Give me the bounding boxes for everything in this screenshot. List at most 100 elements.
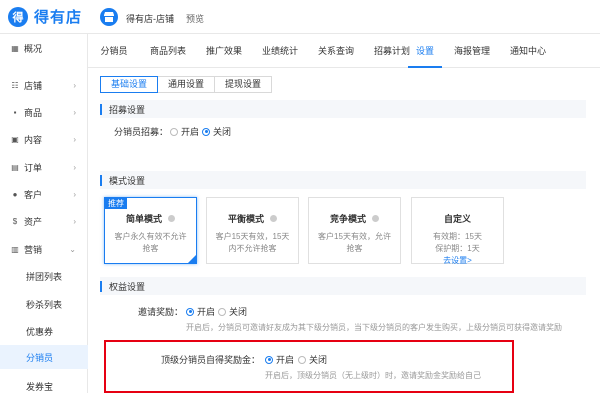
section-title: 招募设置 [109,104,146,115]
section-mode: 模式设置 [100,171,586,189]
tab-settings[interactable]: 设置 [408,34,442,68]
store-icon: ☷ [11,80,19,90]
mode-card-simple[interactable]: 推荐 简单模式 客户永久有效不允许抢客 [104,197,197,264]
tab-poster-management[interactable]: 海报管理 [444,34,500,68]
tab-relation-query[interactable]: 关系查询 [308,34,364,68]
goods-icon: ▪ [13,107,17,117]
sidebar-item-goods[interactable]: ▪ 商品 › [0,100,88,124]
logo[interactable]: 得 得有店 [8,6,82,27]
sidebar-sub-group-buy[interactable]: 拼团列表 [0,264,88,288]
top-reward-radio-off[interactable]: 关闭 [298,353,327,366]
shop-icon [100,8,118,26]
sidebar-item-label: 营销 [24,244,43,255]
selected-check-icon [188,255,196,263]
card-title: 自定义 [443,214,471,224]
radio-dot [218,307,226,316]
top-reward-hint: 开启后，顶级分销员（无上级时）时，邀请奖励金奖励给自己 [265,371,481,380]
card-desc: 客户15天有效，15天内不允许抢客 [215,232,290,253]
sidebar-item-content[interactable]: ▣ 内容 › [0,127,88,151]
recruit-radio-off[interactable]: 关闭 [202,125,231,138]
chevron-right-icon: › [73,134,76,144]
sidebar-sub-flash-sale[interactable]: 秒杀列表 [0,292,88,316]
radio-dot [265,355,273,364]
recruit-radio-on[interactable]: 开启 [170,125,199,138]
sidebar-sub-distributors[interactable]: 分销员 [0,345,88,369]
radio-label: 关闭 [229,307,248,317]
subtab-general[interactable]: 通用设置 [158,76,215,93]
content-icon: ▣ [11,134,19,144]
tab-promotion-effect[interactable]: 推广效果 [196,34,252,68]
section-rights: 权益设置 [100,277,586,295]
sidebar: ▦ 概况 ☷ 店铺 › ▪ 商品 › ▣ 内容 › ▤ 订单 › ● 客户 › … [0,34,88,393]
section-bar [100,280,102,292]
radio-dot [298,355,306,364]
logo-mark-icon: 得 [8,6,28,27]
marketing-icon: ▥ [11,244,19,254]
sidebar-item-store[interactable]: ☷ 店铺 › [0,73,88,97]
radio-label: 关闭 [213,127,232,137]
shop-name[interactable]: 得有店-店铺 [126,12,174,25]
sidebar-sub-coupons[interactable]: 优惠券 [0,319,88,343]
tab-notification-center[interactable]: 通知中心 [500,34,556,68]
tab-goods-list[interactable]: 商品列表 [140,34,196,68]
info-icon [372,215,379,222]
sidebar-sub-coupon-treasure[interactable]: 发券宝 [0,374,88,398]
section-recruit: 招募设置 [100,100,586,118]
top-bar: 得 得有店 得有店-店铺 预览 [0,0,600,34]
sidebar-item-overview[interactable]: ▦ 概况 [0,36,88,60]
card-desc: 客户永久有效不允许抢客 [114,232,187,253]
card-desc: 客户15天有效，允许抢客 [318,232,391,253]
subtab-basic[interactable]: 基础设置 [100,76,159,93]
sidebar-item-label: 客户 [24,189,43,200]
radio-dot [202,127,210,136]
sidebar-item-marketing[interactable]: ▥ 营销 ⌄ [0,237,88,261]
radio-label: 开启 [181,127,200,137]
section-bar [100,103,102,115]
sidebar-item-customers[interactable]: ● 客户 › [0,182,88,206]
card-validity: 有效期：15天 [433,232,482,241]
chevron-down-icon: ⌄ [69,244,76,254]
invite-radio-off[interactable]: 关闭 [218,305,247,318]
sidebar-item-label: 内容 [24,134,43,145]
mode-card-custom[interactable]: 自定义 有效期：15天 保护期：1天 去设置> [411,197,504,267]
highlight-box [104,340,514,393]
card-title: 平衡模式 [227,214,264,224]
go-settings-link[interactable]: 去设置> [418,255,497,267]
settings-subtabs: 基础设置 通用设置 提现设置 [100,76,273,93]
mode-card-competitive[interactable]: 竞争模式 客户15天有效，允许抢客 [308,197,401,264]
dollar-icon: $ [12,216,18,226]
radio-label: 开启 [197,307,216,317]
tab-performance[interactable]: 业绩统计 [252,34,308,68]
subtab-withdraw[interactable]: 提现设置 [214,76,273,93]
section-bar [100,174,102,186]
sidebar-item-label: 资产 [24,216,43,227]
chevron-right-icon: › [73,189,76,199]
overview-icon: ▦ [11,43,19,53]
sidebar-item-label: 店铺 [24,80,43,91]
invite-hint: 开启后，分销员可邀请好友成为其下级分销员，当下级分销员的客户发生购买，上级分销员… [186,323,562,332]
card-desc: 有效期：15天 保护期：1天 去设置> [412,231,503,267]
section-title: 模式设置 [109,175,146,186]
recommend-badge: 推荐 [105,198,127,209]
top-reward-radio-on[interactable]: 开启 [265,353,294,366]
sidebar-item-orders[interactable]: ▤ 订单 › [0,155,88,179]
info-icon [168,215,175,222]
sidebar-item-label: 概况 [24,43,43,54]
top-distributor-reward-label: 顶级分销员自得奖励金： [161,355,261,365]
info-icon [270,215,277,222]
customer-icon: ● [12,189,18,199]
card-title: 竞争模式 [329,214,366,224]
radio-label: 关闭 [309,355,328,365]
card-protection: 保护期：1天 [435,244,480,253]
chevron-right-icon: › [73,162,76,172]
sidebar-item-assets[interactable]: $ 资产 › [0,209,88,233]
sidebar-item-label: 订单 [24,162,43,173]
preview-link[interactable]: 预览 [186,12,204,25]
mode-card-balanced[interactable]: 平衡模式 客户15天有效，15天内不允许抢客 [206,197,299,264]
tab-distributors[interactable]: 分销员 [88,34,140,68]
invite-radio-on[interactable]: 开启 [186,305,215,318]
brand-name: 得有店 [34,9,83,26]
invite-reward-label: 邀请奖励： [138,307,184,317]
orders-icon: ▤ [11,162,19,172]
recruit-label: 分销员招募： [114,127,169,137]
